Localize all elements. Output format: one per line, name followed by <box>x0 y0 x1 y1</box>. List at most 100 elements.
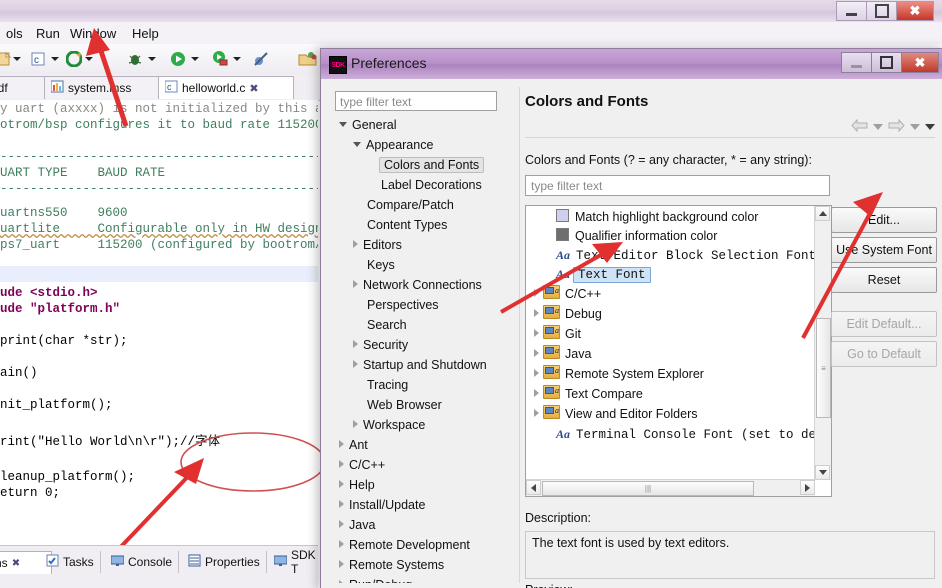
list-item-debug[interactable]: Debug <box>534 301 602 324</box>
colors-and-fonts-list[interactable]: Match highlight background color Qualifi… <box>525 205 832 497</box>
reset-button[interactable]: Reset <box>831 267 937 293</box>
use-system-font-button[interactable]: Use System Font <box>831 237 937 263</box>
tree-item-install-update[interactable]: Install/Update <box>339 497 425 514</box>
edit-default-button[interactable]: Edit Default... <box>831 311 937 337</box>
tree-item-remote-development[interactable]: Remote Development <box>339 537 470 554</box>
list-vertical-scrollbar[interactable]: ≡ <box>814 206 831 480</box>
folder-icon <box>543 301 560 320</box>
run-external-dropdown-arrow[interactable] <box>233 57 241 61</box>
build-icon[interactable] <box>65 50 83 68</box>
tree-item-compare-patch[interactable]: Compare/Patch <box>367 197 454 214</box>
menu-window[interactable]: Window <box>64 25 122 42</box>
editor-tab-system-mss[interactable]: system.mss <box>44 76 168 99</box>
list-item-match-highlight-background-color[interactable]: Match highlight background color <box>556 208 758 227</box>
scroll-left-button[interactable] <box>526 480 541 495</box>
tree-item-keys[interactable]: Keys <box>367 257 395 274</box>
tree-item-label: Remote Systems <box>349 558 445 572</box>
tree-item-colors-and-fonts[interactable]: Colors and Fonts <box>379 157 485 174</box>
tree-item-general[interactable]: General <box>339 117 396 134</box>
run-dropdown-arrow[interactable] <box>191 57 199 61</box>
tree-item-perspectives[interactable]: Perspectives <box>367 297 439 314</box>
tree-item-ant[interactable]: Ant <box>339 437 368 454</box>
list-item-label: Qualifier information color <box>575 229 718 243</box>
preferences-minimize-button[interactable] <box>841 52 871 73</box>
description-box: The text font is used by text editors. <box>525 531 935 579</box>
debug-icon[interactable] <box>127 51 143 67</box>
preferences-title-bar[interactable]: SDK Preferences ✖ <box>321 49 942 80</box>
colors-fonts-filter-input[interactable]: type filter text <box>525 175 830 196</box>
scroll-up-button[interactable] <box>815 206 830 221</box>
preferences-title-label: Preferences <box>351 55 427 71</box>
editor-tab-helloworld-c[interactable]: c helloworld.c ✖ <box>158 76 294 99</box>
new-wizard-icon[interactable] <box>0 51 12 67</box>
tree-item-remote-systems[interactable]: Remote Systems <box>339 557 444 574</box>
bottom-tab-properties[interactable]: Properties <box>182 551 267 573</box>
tree-item-startup-and-shutdown[interactable]: Startup and Shutdown <box>353 357 487 374</box>
list-item-terminal-console-font[interactable]: Aa Terminal Console Font (set to defa <box>556 425 831 444</box>
tree-item-java[interactable]: Java <box>339 517 375 534</box>
list-item-c-cpp[interactable]: C/C++ <box>534 281 601 304</box>
list-item-text-editor-block-selection-font[interactable]: Aa Text Editor Block Selection Font <box>556 246 816 265</box>
ide-close-button[interactable]: ✖ <box>896 1 934 21</box>
scroll-right-button[interactable] <box>800 480 815 495</box>
tree-item-c-cpp[interactable]: C/C++ <box>339 457 385 474</box>
tree-item-security[interactable]: Security <box>353 337 408 354</box>
bottom-tab-label: ns <box>0 556 8 570</box>
open-resource-icon[interactable] <box>298 51 317 67</box>
new-c-project-icon[interactable]: c <box>30 51 46 67</box>
tree-item-label-decorations[interactable]: Label Decorations <box>381 177 482 194</box>
menu-help[interactable]: Help <box>126 25 165 42</box>
tree-item-tracing[interactable]: Tracing <box>367 377 408 394</box>
editor-tab-close-icon[interactable]: ✖ <box>249 82 258 95</box>
forward-dropdown-icon[interactable] <box>910 124 920 130</box>
tree-item-content-types[interactable]: Content Types <box>367 217 447 234</box>
bottom-tab-console[interactable]: Console <box>105 551 180 573</box>
edit-button[interactable]: Edit... <box>831 207 937 233</box>
go-to-default-button[interactable]: Go to Default <box>831 341 937 367</box>
tree-item-run-debug[interactable]: Run/Debug <box>339 577 412 583</box>
tree-item-web-browser[interactable]: Web Browser <box>367 397 442 414</box>
back-arrow-icon[interactable] <box>851 118 868 135</box>
preferences-maximize-button[interactable] <box>871 52 901 73</box>
skip-breakpoints-icon[interactable] <box>253 51 269 67</box>
list-item-text-font[interactable]: Aa Text Font <box>556 265 651 284</box>
back-dropdown-icon[interactable] <box>873 124 883 130</box>
bottom-tab-close-icon[interactable]: ✖ <box>12 558 20 569</box>
vertical-scroll-thumb[interactable]: ≡ <box>816 318 831 418</box>
menu-run[interactable]: Run <box>30 25 66 42</box>
tree-item-help[interactable]: Help <box>339 477 375 494</box>
build-dropdown-arrow[interactable] <box>85 57 93 61</box>
list-item-view-and-editor-folders[interactable]: View and Editor Folders <box>534 401 697 424</box>
sdk-terminal-icon <box>273 554 288 570</box>
ide-maximize-button[interactable] <box>866 1 896 21</box>
bottom-tab-sdk-terminal[interactable]: SDK T <box>268 548 323 576</box>
page-menu-dropdown-icon[interactable] <box>925 124 935 130</box>
tree-item-search[interactable]: Search <box>367 317 407 334</box>
new-c-project-dropdown-arrow[interactable] <box>51 57 59 61</box>
forward-arrow-icon[interactable] <box>888 118 905 135</box>
preferences-close-button[interactable]: ✖ <box>901 52 939 73</box>
ide-window-controls: ✖ <box>836 1 934 21</box>
new-wizard-dropdown-arrow[interactable] <box>13 57 21 61</box>
scroll-down-button[interactable] <box>815 465 830 480</box>
code-editor[interactable]: y uart (axxxx) is not initialized by thi… <box>0 100 318 545</box>
debug-dropdown-arrow[interactable] <box>148 57 156 61</box>
tree-item-editors[interactable]: Editors <box>353 237 402 254</box>
list-item-remote-system-explorer[interactable]: Remote System Explorer <box>534 361 704 384</box>
ide-minimize-button[interactable] <box>836 1 866 21</box>
tree-filter-input[interactable]: type filter text <box>335 91 497 111</box>
list-item-qualifier-information-color[interactable]: Qualifier information color <box>556 227 717 246</box>
tree-item-workspace[interactable]: Workspace <box>353 417 425 434</box>
run-external-icon[interactable] <box>212 51 228 67</box>
menu-tools[interactable]: ols <box>0 25 29 42</box>
list-item-java[interactable]: Java <box>534 341 591 364</box>
bottom-tab-tasks[interactable]: Tasks <box>40 551 101 573</box>
list-horizontal-scrollbar[interactable]: ||| <box>526 479 815 496</box>
pane-divider <box>519 87 520 583</box>
tree-item-appearance[interactable]: Appearance <box>353 137 433 154</box>
run-icon[interactable] <box>170 51 186 67</box>
horizontal-scroll-thumb[interactable]: ||| <box>542 481 754 496</box>
list-item-text-compare[interactable]: Text Compare <box>534 381 643 404</box>
tree-item-network-connections[interactable]: Network Connections <box>353 277 482 294</box>
preferences-tree[interactable]: General Appearance Colors and Fonts Labe… <box>335 117 511 583</box>
